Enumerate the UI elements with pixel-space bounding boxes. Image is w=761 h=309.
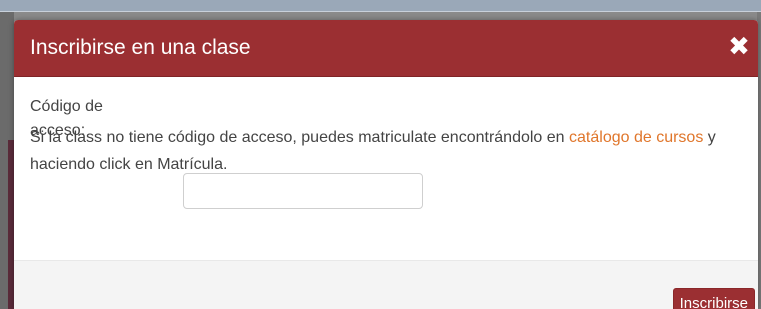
course-catalog-link[interactable]: catálogo de cursos [569,129,703,146]
modal-title: Inscribirse en una clase [30,36,251,59]
help-text: Si la class no tiene código de acceso, p… [30,124,750,178]
help-text-before: Si la class no tiene código de acceso, p… [30,129,570,146]
page-backdrop-top [0,0,761,12]
page-backdrop-left [0,12,14,309]
access-code-input[interactable] [183,173,423,209]
modal-header: Inscribirse en una clase ✖ [14,20,758,77]
close-icon[interactable]: ✖ [728,33,750,59]
backdrop-divider [0,11,761,12]
enroll-button[interactable]: Inscribirse [672,288,755,309]
enroll-class-modal: Inscribirse en una clase ✖ Código de acc… [14,20,758,309]
modal-footer: Inscribirse [14,260,758,309]
